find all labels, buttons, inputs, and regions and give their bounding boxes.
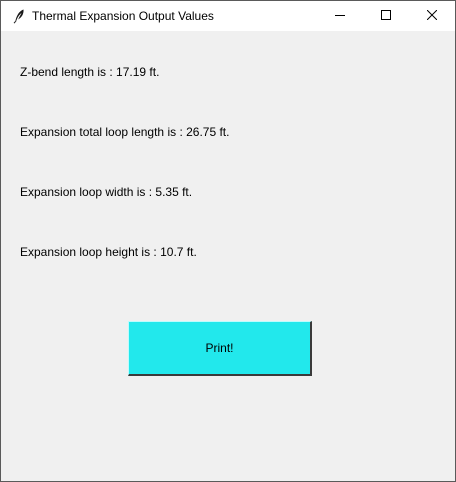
minimize-button[interactable] [317, 1, 363, 31]
expansion-loop-height-label: Expansion loop height is : 10.7 ft. [20, 245, 197, 259]
feather-icon [11, 8, 27, 24]
expansion-total-loop-length-label: Expansion total loop length is : 26.75 f… [20, 125, 230, 139]
app-window: Thermal Expansion Output Values Z-bend l… [0, 0, 456, 482]
window-title: Thermal Expansion Output Values [32, 9, 214, 23]
close-icon [426, 7, 438, 25]
maximize-button[interactable] [363, 1, 409, 31]
title-bar[interactable]: Thermal Expansion Output Values [1, 1, 455, 31]
content-area: Z-bend length is : 17.19 ft. Expansion t… [1, 31, 455, 481]
expansion-loop-width-label: Expansion loop width is : 5.35 ft. [20, 185, 193, 199]
minimize-icon [335, 7, 345, 25]
maximize-icon [381, 7, 391, 25]
print-button[interactable]: Print! [128, 321, 312, 376]
close-button[interactable] [409, 1, 455, 31]
z-bend-length-label: Z-bend length is : 17.19 ft. [20, 65, 160, 79]
